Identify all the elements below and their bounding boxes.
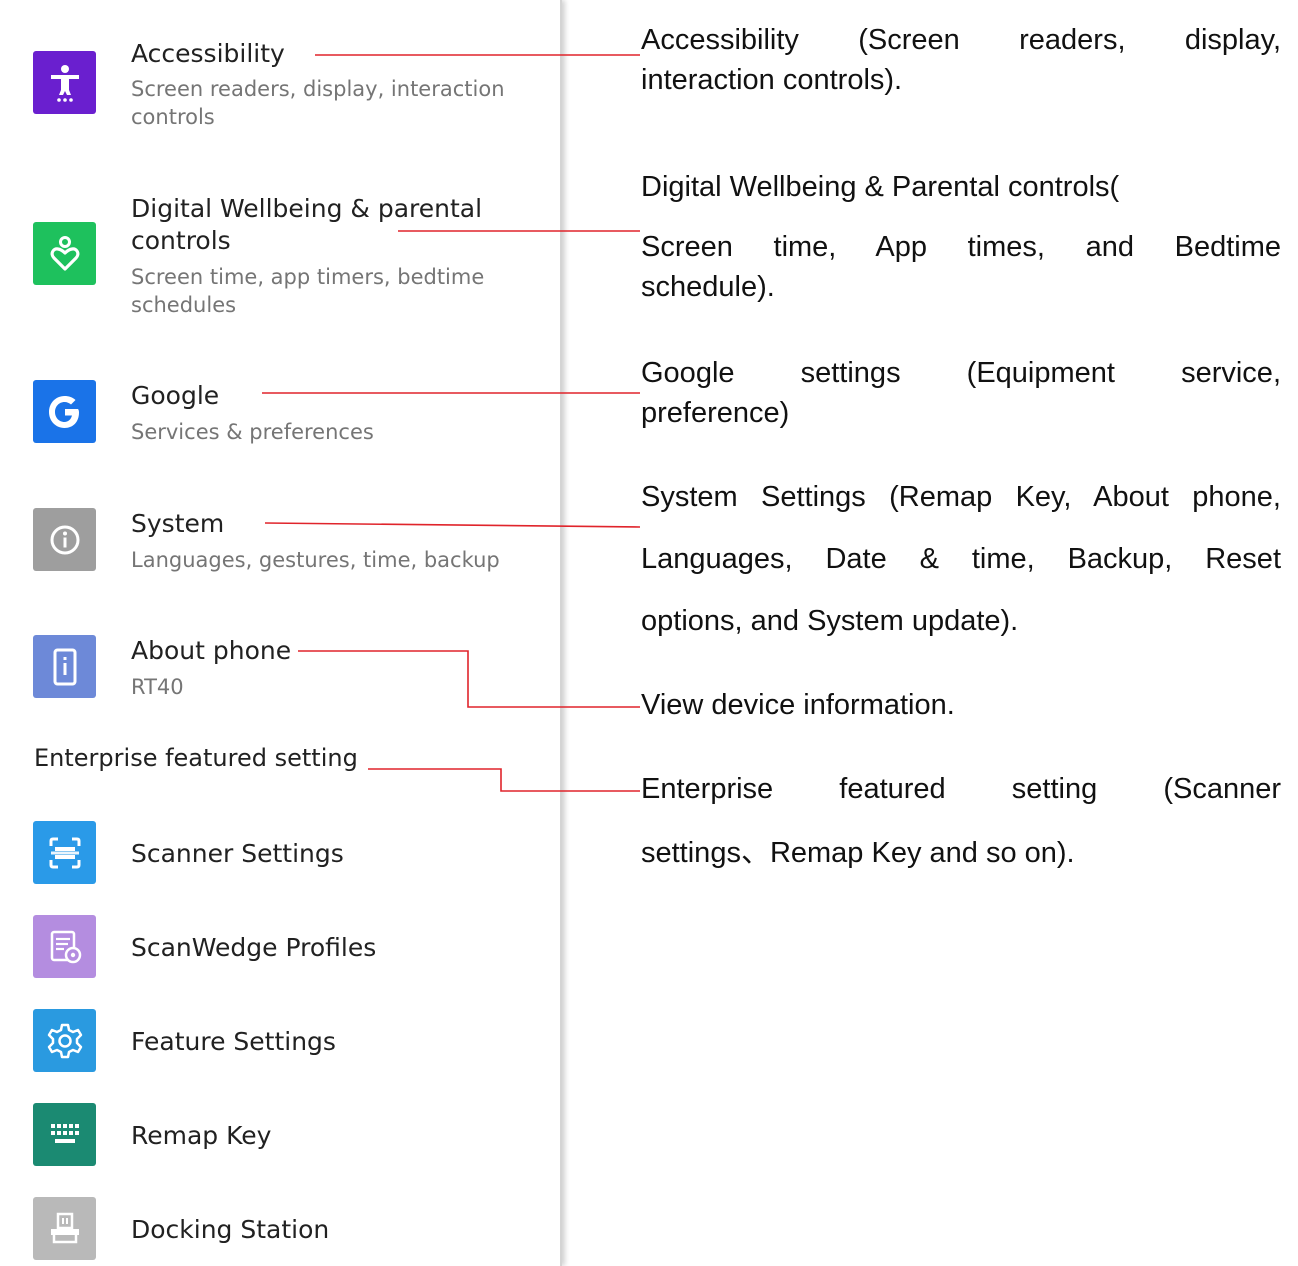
connector-about	[298, 650, 640, 708]
annotation-google: Google settings (Equipment service, pref…	[641, 353, 1281, 433]
annotation-enterprise: Enterprise featured setting (Scanner set…	[641, 769, 1281, 873]
annotation-line: options, and System update).	[641, 605, 1019, 637]
annotation-line: View device information.	[641, 689, 955, 721]
connector-system	[264, 522, 641, 528]
annotation-about: View device information.	[641, 685, 1281, 725]
annotation-line: Digital Wellbeing & Parental controls(	[641, 171, 1120, 203]
annotation-line: schedule).	[641, 271, 775, 303]
annotation-line: Screen time, App times, and Bedtime	[641, 231, 1281, 263]
connector-enterprise	[368, 768, 640, 792]
annotation-accessibility: Accessibility (Screen readers, display, …	[641, 20, 1281, 100]
annotation-line: Google settings (Equipment service,	[641, 357, 1281, 389]
annotation-system: System Settings (Remap Key, About phone,…	[641, 477, 1281, 641]
annotation-line: Accessibility (Screen readers, display,	[641, 24, 1281, 56]
annotation-line: preference)	[641, 397, 790, 429]
annotation-wellbeing: Digital Wellbeing & Parental controls( S…	[641, 167, 1281, 307]
annotation-line: settings、Remap Key and so on).	[641, 837, 1075, 869]
annotation-line: Languages, Date & time, Backup, Reset	[641, 543, 1281, 575]
annotation-line: Enterprise featured setting (Scanner	[641, 773, 1281, 805]
annotation-line: interaction controls).	[641, 64, 903, 96]
annotation-line: System Settings (Remap Key, About phone,	[641, 481, 1281, 513]
